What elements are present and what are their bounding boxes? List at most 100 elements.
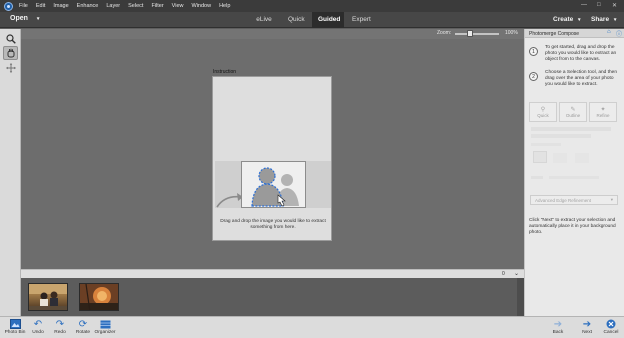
organizer-icon (93, 318, 117, 330)
menu-window[interactable]: Window (192, 3, 212, 9)
disabled-option-row (531, 127, 611, 131)
chevron-down-icon: ▾ (36, 16, 40, 22)
redo-icon: ↷ (55, 318, 65, 330)
menu-filter[interactable]: Filter (151, 3, 163, 9)
photo-bin-header: 0 ⌄ (21, 269, 524, 278)
photo-thumbnail[interactable] (79, 283, 119, 311)
disabled-option-row (531, 143, 561, 146)
photo-bin-button[interactable]: Photo Bin (3, 318, 27, 336)
open-button[interactable]: Open ▾ (10, 15, 39, 22)
back-button[interactable]: ➔ Back (546, 318, 570, 336)
photo-bin-scrollbar[interactable] (517, 278, 524, 316)
hand-tool[interactable] (3, 46, 18, 60)
photo-bin (21, 278, 524, 316)
couple-photo (29, 284, 67, 310)
move-tool[interactable] (3, 61, 18, 75)
quick-selection-label: Quick (537, 113, 549, 118)
menu-select[interactable]: Select (128, 3, 143, 9)
menu-view[interactable]: View (172, 3, 184, 9)
instruction-text: Drag and drop the image you would like t… (220, 219, 326, 230)
menu-bar: File Edit Image Enhance Layer Select Fil… (0, 0, 624, 12)
photo-thumbnail[interactable] (28, 283, 68, 311)
undo-label: Undo (32, 330, 44, 335)
cancel-icon (599, 318, 623, 330)
share-button[interactable]: Share ▾ (591, 16, 616, 23)
rotate-label: Rotate (75, 330, 91, 335)
share-label: Share (591, 16, 610, 23)
outline-selection-icon: ✎ (570, 107, 576, 113)
rotate-button[interactable]: ⟳ Rotate (71, 318, 95, 336)
advanced-edge-refinement-dropdown[interactable]: Advanced Edge Refinement ▾ (530, 195, 618, 205)
advanced-edge-label: Advanced Edge Refinement (535, 198, 592, 203)
disabled-brush-option (533, 151, 547, 163)
drop-zone-card[interactable]: Drag and drop the image you would like t… (212, 76, 332, 241)
menu-edit[interactable]: Edit (36, 3, 45, 9)
zoom-slider-thumb[interactable] (467, 30, 474, 37)
disabled-option-row (531, 134, 591, 138)
guided-panel: Photomerge Compose ⌂ ⓘ 1 To get started,… (524, 29, 624, 316)
tab-quick[interactable]: Quick (282, 12, 310, 28)
photo-frame (241, 161, 306, 208)
outline-selection-label: Outline (565, 113, 581, 118)
organizer-label: Organizer (94, 330, 116, 335)
help-icon[interactable]: ⓘ (616, 29, 622, 38)
next-button[interactable]: ➔ Next (575, 318, 599, 336)
tool-bar (0, 29, 21, 316)
sunset-photo (80, 284, 118, 310)
photo-bin-icon (3, 318, 27, 330)
app-logo-icon (4, 1, 13, 11)
rotate-icon: ⟳ (78, 318, 88, 330)
cancel-button[interactable]: Cancel (599, 318, 623, 336)
redo-button[interactable]: ↷ Redo (48, 318, 72, 336)
undo-button[interactable]: ↶ Undo (26, 318, 50, 336)
refine-selection-label: Refine (596, 113, 610, 118)
menu-layer[interactable]: Layer (106, 3, 120, 9)
cancel-label: Cancel (603, 330, 619, 335)
menu-help[interactable]: Help (219, 3, 230, 9)
quick-selection-button[interactable]: ⚲ Quick (529, 102, 557, 122)
step-2-number: 2 (529, 72, 538, 81)
zoom-slider-track[interactable] (455, 33, 499, 35)
zoom-label: Zoom: (437, 30, 452, 36)
menu-enhance[interactable]: Enhance (77, 3, 99, 9)
refine-selection-button[interactable]: ✦ Refine (589, 102, 617, 122)
zoom-bar: Zoom: 100% (21, 29, 524, 39)
tab-elive[interactable]: eLive (248, 12, 280, 28)
quick-selection-icon: ⚲ (540, 107, 546, 113)
organizer-button[interactable]: Organizer (93, 318, 117, 336)
menu-file[interactable]: File (19, 3, 28, 9)
close-icon[interactable]: ✕ (612, 2, 617, 9)
back-label: Back (552, 330, 564, 335)
panel-header: Photomerge Compose ⌂ ⓘ (525, 29, 624, 38)
panel-title: Photomerge Compose (529, 30, 580, 37)
photo-bin-label: Photo Bin (4, 330, 26, 335)
mode-bar: Open ▾ eLive Quick Guided Expert Create … (0, 12, 624, 28)
create-button[interactable]: Create ▾ (553, 16, 581, 23)
tab-guided[interactable]: Guided (312, 12, 344, 28)
chevron-down-icon: ▾ (610, 197, 613, 202)
chevron-down-icon[interactable]: ⌄ (514, 270, 519, 277)
chevron-down-icon: ▾ (578, 17, 581, 23)
photo-bin-count: 0 (502, 271, 505, 277)
bottom-bar: Photo Bin ↶ Undo ↷ Redo ⟳ Rotate Organiz… (0, 316, 624, 338)
people-silhouette-icon (251, 167, 299, 207)
next-label: Next (582, 330, 592, 335)
arrow-left-icon: ➔ (553, 318, 563, 330)
maximize-icon[interactable]: □ (597, 2, 601, 8)
home-icon[interactable]: ⌂ (607, 29, 611, 35)
refine-selection-icon: ✦ (600, 107, 606, 113)
move-arrows-icon (5, 63, 16, 73)
disabled-slider (549, 176, 599, 179)
menu-image[interactable]: Image (53, 3, 68, 9)
redo-label: Redo (54, 330, 66, 335)
canvas-area[interactable]: Zoom: 100% Instruction Drag and drop the… (21, 29, 524, 269)
chevron-down-icon: ▾ (613, 17, 617, 23)
undo-icon: ↶ (33, 318, 43, 330)
tab-expert[interactable]: Expert (346, 12, 376, 28)
outline-selection-button[interactable]: ✎ Outline (559, 102, 587, 122)
zoom-value: 100% (505, 30, 518, 36)
zoom-tool[interactable] (3, 32, 18, 46)
disabled-brush-option (575, 153, 589, 163)
step-1-number: 1 (529, 47, 538, 56)
minimize-icon[interactable]: — (581, 2, 587, 8)
